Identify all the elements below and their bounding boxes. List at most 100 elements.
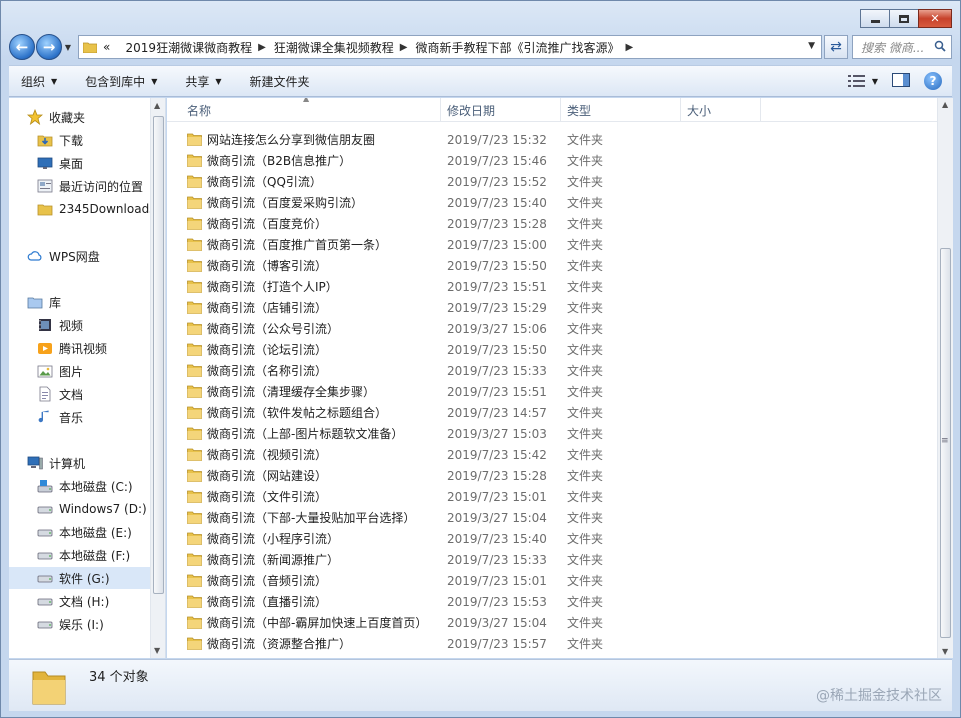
file-row[interactable]: 网站连接怎么分享到微信朋友圈 2019/7/23 15:32 文件夹 [167,129,937,150]
chevron-right-icon[interactable]: ▶ [626,42,634,53]
file-row[interactable]: 微商引流（下部-大量投贴加平台选择） 2019/3/27 15:04 文件夹 [167,507,937,528]
file-row[interactable]: 微商引流（百度推广首页第一条） 2019/7/23 15:00 文件夹 [167,234,937,255]
scroll-down-icon[interactable]: ▼ [942,647,948,656]
maximize-button[interactable] [889,9,919,28]
nav-item-pictures[interactable]: 图片 [9,360,150,382]
folder-icon [187,532,202,545]
nav-item-music[interactable]: 音乐 [9,406,150,428]
file-type: 文件夹 [567,322,604,336]
file-row[interactable]: 微商引流（视频引流） 2019/7/23 15:42 文件夹 [167,444,937,465]
nav-drive-g[interactable]: 软件 (G:) [9,567,150,589]
nav-item-recent-places[interactable]: 最近访问的位置 [9,175,150,197]
file-row[interactable]: 微商引流（店铺引流） 2019/7/23 15:29 文件夹 [167,297,937,318]
nav-drive-e[interactable]: 本地磁盘 (E:) [9,521,150,543]
nav-item-downloads[interactable]: 下载 [9,129,150,151]
close-button[interactable]: ✕ [918,9,952,28]
tencent-video-icon [38,343,52,354]
chevron-right-icon[interactable]: ▶ [258,42,266,53]
chevron-right-icon[interactable]: ▶ [400,42,408,53]
column-header-name[interactable]: 名称 [181,98,441,122]
file-row[interactable]: 微商引流（论坛引流） 2019/7/23 15:50 文件夹 [167,339,937,360]
nav-drive-d[interactable]: Windows7 (D:) [9,498,150,520]
nav-computer[interactable]: 计算机 [9,452,150,474]
breadcrumb-1[interactable]: 2019狂潮微课微商教程 [126,39,253,56]
drive-icon [37,598,53,606]
file-row[interactable]: 微商引流（文件引流） 2019/7/23 15:01 文件夹 [167,486,937,507]
column-header-modified[interactable]: 修改日期 [441,98,561,122]
search-input[interactable]: 搜索 微商... [852,35,952,59]
file-row[interactable]: 微商引流（音频引流） 2019/7/23 15:01 文件夹 [167,570,937,591]
nav-item-label: 下载 [59,133,84,148]
scrollbar-thumb[interactable] [153,116,164,594]
file-row[interactable]: 微商引流（中部-霸屏加快速上百度首页） 2019/3/27 15:04 文件夹 [167,612,937,633]
file-row[interactable]: 微商引流（直播引流） 2019/7/23 15:53 文件夹 [167,591,937,612]
nav-favorites[interactable]: 收藏夹 [9,106,150,128]
nav-item-desktop[interactable]: 桌面 [9,152,150,174]
minimize-button[interactable] [860,9,890,28]
file-row[interactable]: 微商引流（B2B信息推广） 2019/7/23 15:46 文件夹 [167,150,937,171]
file-row[interactable]: 微商引流（百度爱采购引流） 2019/7/23 15:40 文件夹 [167,192,937,213]
nav-wps-cloud[interactable]: WPS网盘 [9,245,150,267]
recent-pages-chevron-down-icon[interactable]: ▼ [62,43,74,52]
file-row[interactable]: 微商引流（打造个人IP） 2019/7/23 15:51 文件夹 [167,276,937,297]
file-row[interactable]: 微商引流（名称引流） 2019/7/23 15:33 文件夹 [167,360,937,381]
file-row[interactable]: 微商引流（新闻源推广） 2019/7/23 15:33 文件夹 [167,549,937,570]
column-header-type[interactable]: 类型 [561,98,681,122]
back-arrow-icon: ← [15,38,29,56]
nav-item-2345downloads[interactable]: 2345Downloads [9,198,150,220]
file-row[interactable]: 微商引流（QQ引流） 2019/7/23 15:52 文件夹 [167,171,937,192]
nav-item-label: 桌面 [59,156,84,171]
organize-button[interactable]: 组织 ▼ [21,73,57,90]
scroll-up-icon[interactable]: ▲ [154,101,160,110]
nav-drive-i[interactable]: 娱乐 (I:) [9,613,150,635]
new-folder-button[interactable]: 新建文件夹 [250,73,310,90]
back-button[interactable]: ← [9,34,35,60]
nav-item-label: 2345Downloads [59,202,150,216]
file-row[interactable]: 微商引流（软件发帖之标题组合） 2019/7/23 14:57 文件夹 [167,402,937,423]
scroll-up-icon[interactable]: ▲ [942,100,948,109]
nav-item-label: 文档 (H:) [59,594,110,609]
refresh-button[interactable]: ⇄ [824,35,848,59]
nav-item-tencent-video[interactable]: 腾讯视频 [9,337,150,359]
file-row[interactable]: 微商引流（博客引流） 2019/7/23 15:50 文件夹 [167,255,937,276]
help-icon[interactable]: ? [924,72,942,90]
column-header-size[interactable]: 大小 [681,98,761,122]
forward-button[interactable]: → [36,34,62,60]
address-overflow[interactable]: « [103,40,110,54]
breadcrumb-2[interactable]: 狂潮微课全集视频教程 [274,39,394,56]
file-type: 文件夹 [567,469,604,483]
system-drive-icon [37,480,53,493]
share-button[interactable]: 共享 ▼ [185,73,221,90]
file-modified-date: 2019/7/23 15:01 [447,489,547,504]
breadcrumb-3[interactable]: 微商新手教程下部《引流推广找客源》 [416,39,620,56]
search-icon[interactable] [934,40,946,52]
file-row[interactable]: 微商引流（资源整合推广） 2019/7/23 15:57 文件夹 [167,633,937,654]
file-row[interactable]: 微商引流（小程序引流） 2019/7/23 15:40 文件夹 [167,528,937,549]
nav-libraries[interactable]: 库 [9,291,150,313]
nav-drive-c[interactable]: 本地磁盘 (C:) [9,475,150,497]
file-row[interactable]: 微商引流（清理缓存全集步骤） 2019/7/23 15:51 文件夹 [167,381,937,402]
file-type: 文件夹 [567,490,604,504]
file-row[interactable]: 微商引流（百度竞价） 2019/7/23 15:28 文件夹 [167,213,937,234]
file-row[interactable]: 微商引流（网站建设） 2019/7/23 15:28 文件夹 [167,465,937,486]
nav-item-videos[interactable]: 视频 [9,314,150,336]
nav-item-label: 本地磁盘 (C:) [59,479,133,494]
file-type: 文件夹 [567,532,604,546]
folder-icon [187,280,202,293]
scroll-down-icon[interactable]: ▼ [154,646,160,655]
file-row[interactable]: 微商引流（上部-图片标题软文准备） 2019/3/27 15:03 文件夹 [167,423,937,444]
file-list-scrollbar[interactable]: ▲ ≡ ▼ [937,98,953,658]
nav-wps-cloud-label: WPS网盘 [49,249,100,264]
preview-pane-button[interactable] [892,72,910,90]
nav-drive-f[interactable]: 本地磁盘 (F:) [9,544,150,566]
navigation-scrollbar[interactable]: ▲ ▼ [150,98,165,658]
partially-visible-row[interactable] [167,121,937,129]
file-row[interactable]: 微商引流（公众号引流） 2019/3/27 15:06 文件夹 [167,318,937,339]
view-options-button[interactable]: ▼ [847,74,878,88]
nav-drive-h[interactable]: 文档 (H:) [9,590,150,612]
nav-item-documents[interactable]: 文档 [9,383,150,405]
address-bar[interactable]: « 2019狂潮微课微商教程 ▶ 狂潮微课全集视频教程 ▶ 微商新手教程下部《引… [78,35,822,59]
include-in-library-button[interactable]: 包含到库中 ▼ [85,73,157,90]
address-history-chevron-down-icon[interactable]: ▼ [808,41,815,51]
pictures-icon [37,365,53,378]
